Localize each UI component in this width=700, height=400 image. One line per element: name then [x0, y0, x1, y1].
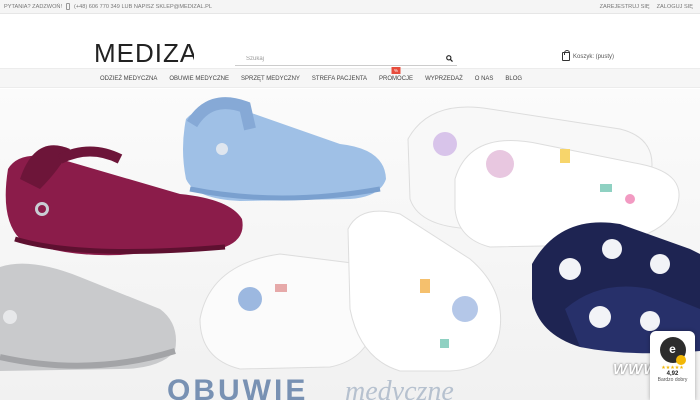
- nav-label: WYPRZEDAŻ: [425, 76, 463, 82]
- cart-button[interactable]: Koszyk: (pusty): [562, 50, 615, 61]
- silver-clog-image: [0, 263, 176, 371]
- search-bar: [235, 52, 457, 66]
- nav-label: ODZIEŻ MEDYCZNA: [100, 76, 158, 82]
- login-link[interactable]: ZALOGUJ SIĘ: [657, 4, 693, 10]
- rating-badge[interactable]: ★★★★★ 4,92 Bardzo dobry: [650, 331, 695, 400]
- nav-item-wyprzedaz[interactable]: WYPRZEDAŻ: [419, 69, 469, 89]
- search-icon[interactable]: [446, 55, 453, 62]
- hero-banner[interactable]: OBUWIE medyczne WWW: [0, 89, 700, 400]
- nav-item-o-nas[interactable]: O NAS: [469, 69, 500, 89]
- contact-info: PYTANIA? ZADZWOŃ! (+48) 606 770 349 LUB …: [4, 3, 212, 10]
- phone-email-text[interactable]: (+48) 606 770 349 LUB NAPISZ SKLEP@MEDIZ…: [74, 4, 212, 10]
- phone-icon: [66, 3, 71, 10]
- nav-item-blog[interactable]: BLOG: [499, 69, 528, 89]
- check-icon: [676, 355, 686, 365]
- logo-text: MEDIZAL: [94, 38, 194, 68]
- top-bar: PYTANIA? ZADZWOŃ! (+48) 606 770 349 LUB …: [0, 0, 700, 14]
- account-links: ZAREJESTRUJ SIĘ ZALOGUJ SIĘ: [600, 4, 693, 10]
- cart-label: Koszyk: (pusty): [573, 53, 615, 60]
- hero-subtitle: medyczne: [345, 376, 454, 400]
- nav-item-strefa[interactable]: STREFA PACJENTA: [306, 69, 373, 89]
- patterned-clog-image-top-right: [407, 106, 680, 248]
- nav-item-sprzet[interactable]: SPRZĘT MEDYCZNY: [235, 69, 306, 89]
- register-link[interactable]: ZAREJESTRUJ SIĘ: [600, 4, 650, 10]
- search-input[interactable]: [246, 55, 426, 62]
- header: MEDIZAL Koszyk: (pusty): [0, 14, 700, 68]
- nav-item-promocje[interactable]: % PROMOCJE: [373, 67, 419, 89]
- nav-item-obuwie[interactable]: OBUWIE MEDYCZNE: [163, 69, 235, 89]
- nav-list: ODZIEŻ MEDYCZNA OBUWIE MEDYCZNE SPRZĘT M…: [94, 67, 528, 89]
- nav-label: OBUWIE MEDYCZNE: [169, 76, 230, 82]
- nav-label: O NAS: [474, 76, 494, 82]
- percent-badge: %: [391, 67, 401, 74]
- hero-title: OBUWIE: [167, 374, 309, 400]
- patterned-clog-image-center: [199, 210, 502, 372]
- medizal-logo[interactable]: MEDIZAL: [94, 34, 194, 70]
- blue-clog-image: [183, 97, 386, 201]
- nav-label: SPRZĘT MEDYCZNY: [241, 76, 300, 82]
- shopping-bag-icon: [562, 50, 570, 61]
- main-navigation: ODZIEŻ MEDYCZNA OBUWIE MEDYCZNE SPRZĘT M…: [0, 67, 700, 89]
- contact-question: PYTANIA? ZADZWOŃ!: [4, 3, 63, 10]
- nav-label: PROMOCJE: [379, 76, 414, 82]
- nav-label: BLOG: [505, 76, 523, 82]
- nav-label: STREFA PACJENTA: [311, 76, 368, 82]
- rating-label: Bardzo dobry: [657, 377, 688, 383]
- clogs-illustration: [0, 97, 700, 372]
- nav-item-odziez[interactable]: ODZIEŻ MEDYCZNA: [94, 69, 163, 89]
